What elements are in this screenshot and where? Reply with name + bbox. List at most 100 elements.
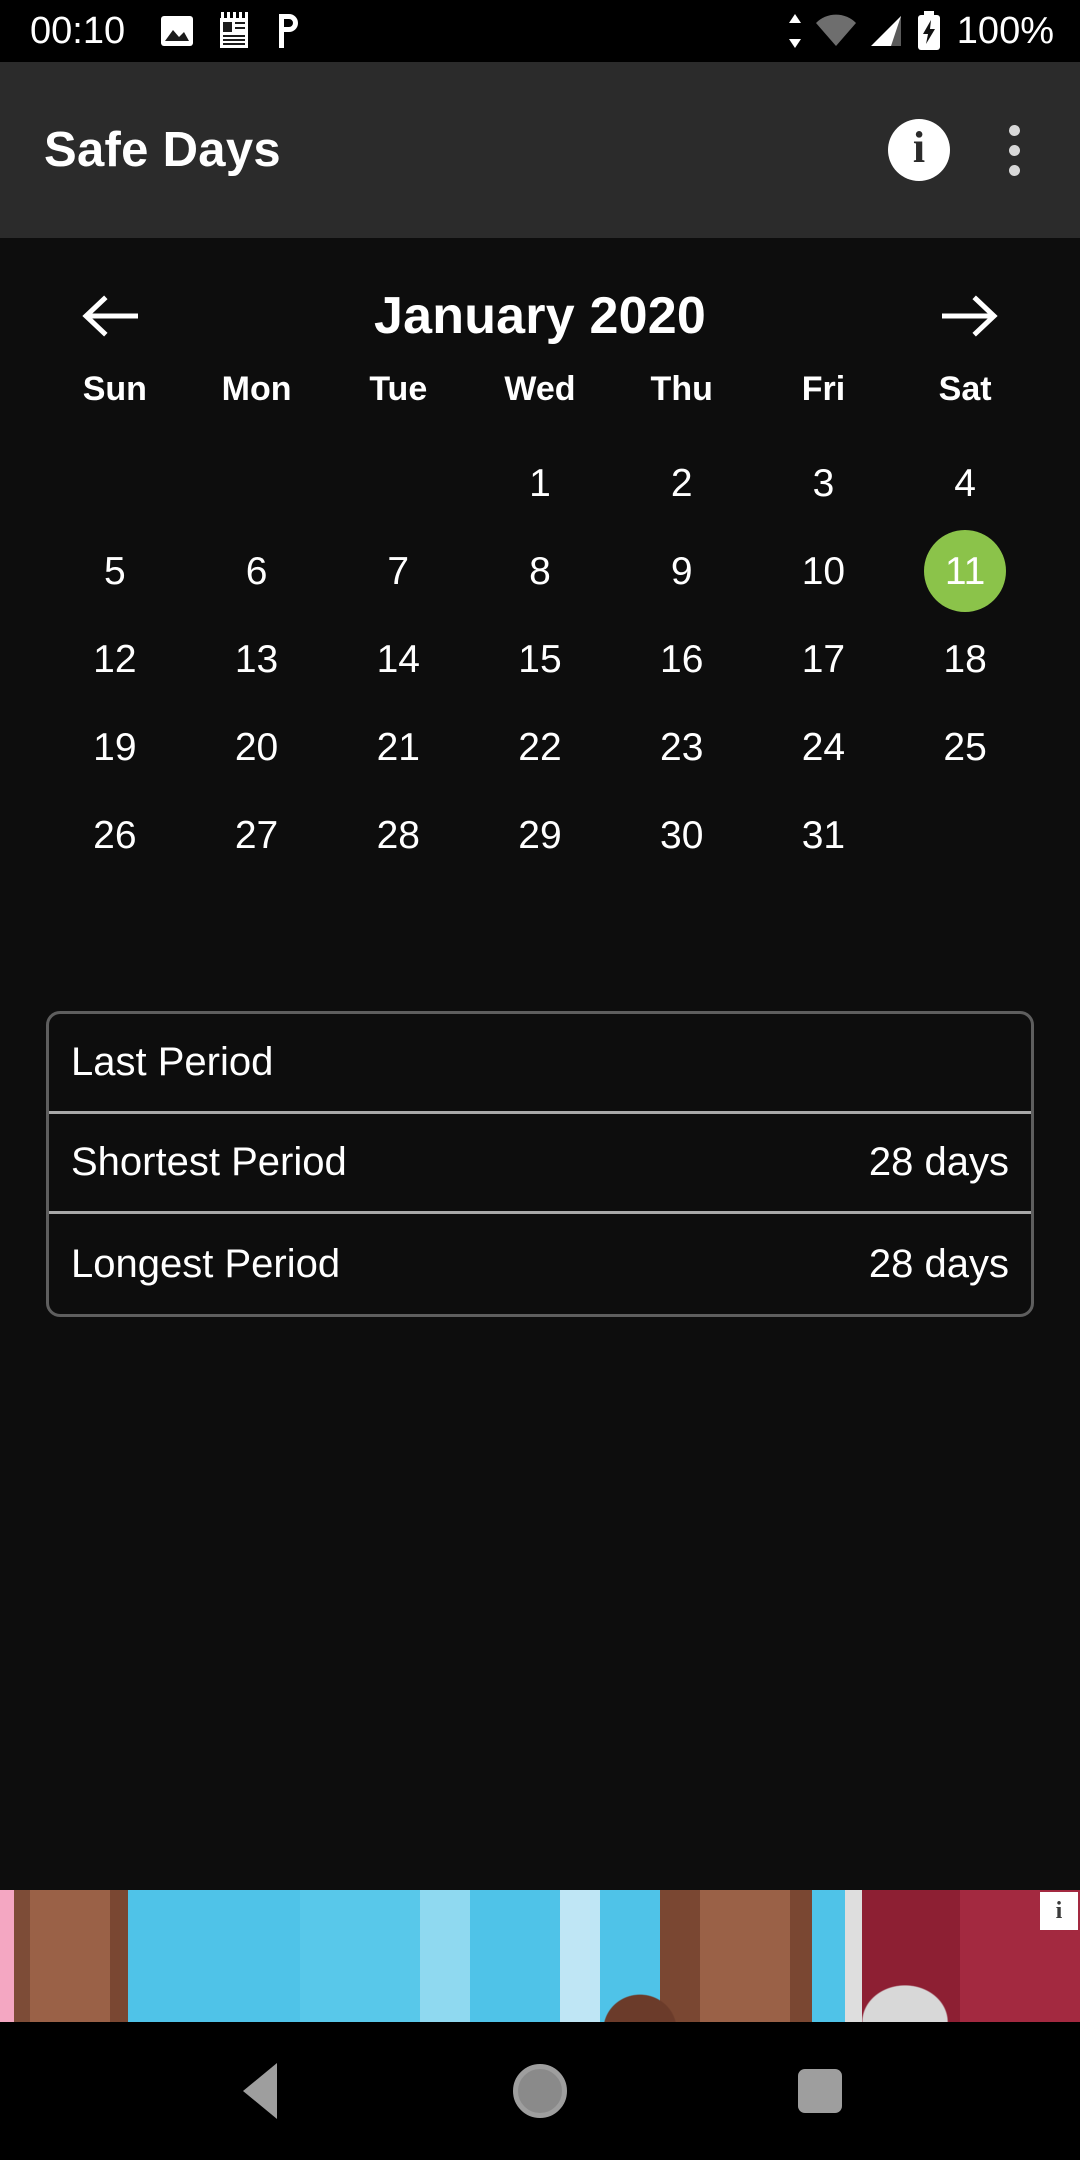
calendar-day-cell[interactable]: 11 [894, 527, 1036, 615]
day-number[interactable]: 13 [216, 618, 298, 700]
weekday-header-row: Sun Mon Tue Wed Thu Fri Sat [0, 348, 1080, 409]
app-bar: Safe Days i [0, 62, 1080, 238]
dot-3 [1008, 164, 1020, 176]
calendar-day-cell[interactable]: 22 [469, 703, 611, 791]
adchoices-icon[interactable]: i [1040, 1892, 1078, 1930]
summary-row[interactable]: Last Period [49, 1014, 1031, 1114]
calendar-day-cell[interactable]: 8 [469, 527, 611, 615]
phone-screen: 00:10 100% Safe Days i January 2020 Sun … [0, 0, 1080, 2160]
day-number[interactable]: 14 [357, 618, 439, 700]
summary-row[interactable]: Shortest Period 28 days [49, 1114, 1031, 1214]
day-number[interactable]: 2 [641, 442, 723, 524]
previous-month-arrow-icon[interactable] [74, 279, 148, 353]
status-clock: 00:10 [30, 10, 126, 52]
day-number[interactable]: 4 [924, 442, 1006, 524]
day-number[interactable]: 22 [499, 706, 581, 788]
adchoices-glyph: i [1055, 1898, 1063, 1924]
summary-row[interactable]: Longest Period 28 days [49, 1214, 1031, 1314]
day-number[interactable]: 3 [782, 442, 864, 524]
calendar-day-cell[interactable]: 24 [753, 703, 895, 791]
calendar-day-cell[interactable]: 29 [469, 791, 611, 879]
next-month-arrow-icon[interactable] [932, 279, 1006, 353]
calendar-day-cell[interactable]: 28 [327, 791, 469, 879]
calendar-day-cell[interactable]: 20 [186, 703, 328, 791]
day-number[interactable]: 5 [74, 530, 156, 612]
day-number[interactable]: 1 [499, 442, 581, 524]
day-number[interactable]: 8 [499, 530, 581, 612]
calendar-day-cell[interactable]: 3 [753, 439, 895, 527]
calendar-day-cell[interactable]: 2 [611, 439, 753, 527]
status-system-icons: 100% [785, 11, 1054, 51]
day-number[interactable]: 31 [782, 794, 864, 876]
calendar-day-cell[interactable]: 12 [44, 615, 186, 703]
calendar-day-cell[interactable]: 31 [753, 791, 895, 879]
info-icon[interactable]: i [888, 119, 950, 181]
weekday-label-sat: Sat [938, 370, 992, 408]
calendar-day-grid[interactable]: 1 2 3 4 5 6 7 8 9 10 11 12 13 14 15 16 17 18 19 20 21 22 23 24 2… [0, 409, 1080, 879]
day-number[interactable]: 15 [499, 618, 581, 700]
day-number[interactable]: 24 [782, 706, 864, 788]
calendar-day-cell[interactable]: 5 [44, 527, 186, 615]
day-number[interactable]: 7 [357, 530, 439, 612]
day-number[interactable]: 25 [924, 706, 1006, 788]
calendar-day-cell[interactable]: 30 [611, 791, 753, 879]
overflow-menu-icon[interactable] [984, 115, 1044, 185]
calendar-day-cell[interactable]: 17 [753, 615, 895, 703]
weekday-label-fri: Fri [801, 370, 846, 408]
day-number[interactable]: 26 [74, 794, 156, 876]
day-number[interactable]: 9 [641, 530, 723, 612]
nav-home-button[interactable] [480, 2031, 600, 2151]
image-icon [161, 16, 194, 46]
ad-banner[interactable]: i [0, 1890, 1080, 2022]
day-number[interactable]: 23 [641, 706, 723, 788]
wifi-icon [815, 14, 856, 46]
calendar-day-cell[interactable]: 10 [753, 527, 895, 615]
calendar-day-cell[interactable]: 14 [327, 615, 469, 703]
data-transfer-icon [788, 14, 801, 48]
calendar-day-cell[interactable]: 21 [327, 703, 469, 791]
calendar-day-cell[interactable]: 6 [186, 527, 328, 615]
arrow-right-icon [941, 295, 998, 337]
day-number[interactable]: 16 [641, 618, 723, 700]
weekday-label-tue: Tue [369, 370, 428, 408]
status-notification-icons [159, 12, 303, 50]
weekday-label-mon: Mon [221, 370, 292, 408]
calendar-day-cell[interactable]: 9 [611, 527, 753, 615]
calendar-day-cell[interactable]: 27 [186, 791, 328, 879]
day-number[interactable]: 20 [216, 706, 298, 788]
calendar-day-cell[interactable]: 26 [44, 791, 186, 879]
calendar-day-cell[interactable]: 23 [611, 703, 753, 791]
arrow-left-icon [82, 295, 138, 337]
calendar-day-cell[interactable]: 19 [44, 703, 186, 791]
day-number[interactable]: 28 [357, 794, 439, 876]
day-number[interactable]: 29 [499, 794, 581, 876]
day-number[interactable]: 12 [74, 618, 156, 700]
day-number[interactable]: 10 [782, 530, 864, 612]
month-year-label: January 2020 [374, 287, 706, 345]
back-triangle-icon [243, 2063, 277, 2119]
day-number[interactable]: 19 [74, 706, 156, 788]
calendar-day-cell[interactable]: 7 [327, 527, 469, 615]
home-circle-icon [513, 2064, 567, 2118]
calendar-day-cell[interactable]: 13 [186, 615, 328, 703]
nav-back-button[interactable] [200, 2031, 320, 2151]
day-number[interactable]: 27 [216, 794, 298, 876]
page-title: Safe Days [44, 123, 281, 177]
calendar-day-cell[interactable]: 18 [894, 615, 1036, 703]
status-bar: 00:10 100% [0, 0, 1080, 62]
day-number[interactable]: 6 [216, 530, 298, 612]
calendar-day-cell[interactable]: 15 [469, 615, 611, 703]
day-number[interactable]: 18 [924, 618, 1006, 700]
selected-day-badge[interactable]: 11 [924, 530, 1007, 612]
day-number[interactable]: 21 [357, 706, 439, 788]
battery-charging-icon [917, 11, 940, 50]
nav-recents-button[interactable] [760, 2031, 880, 2151]
summary-row-value: 28 days [868, 1140, 1009, 1184]
calendar-day-cell[interactable]: 4 [894, 439, 1036, 527]
day-number[interactable]: 30 [641, 794, 723, 876]
calendar-day-cell[interactable]: 1 [469, 439, 611, 527]
calendar-day-cell[interactable]: 25 [894, 703, 1036, 791]
day-number[interactable]: 17 [782, 618, 864, 700]
calendar-day-cell[interactable]: 16 [611, 615, 753, 703]
